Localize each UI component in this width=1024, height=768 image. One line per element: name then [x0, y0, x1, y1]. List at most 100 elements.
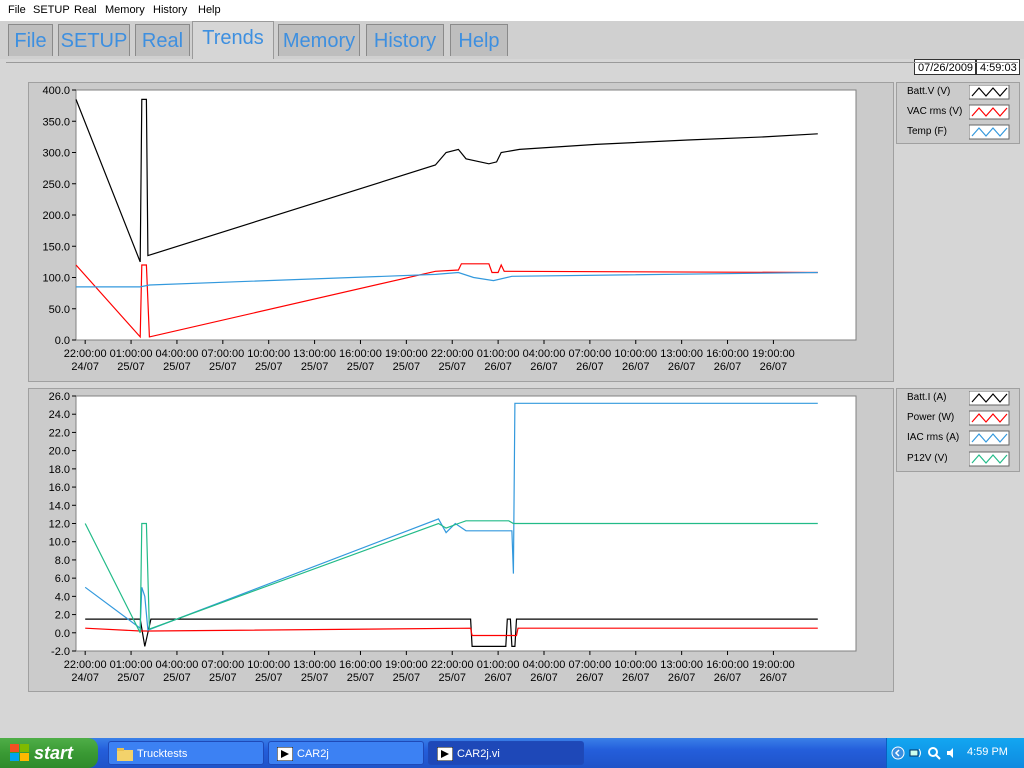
menu-memory[interactable]: Memory: [105, 4, 145, 16]
task-car2j[interactable]: CAR2j: [268, 741, 424, 765]
x-tick-time: 07:00:00: [568, 659, 611, 671]
x-tick-date: 26/07: [530, 361, 558, 373]
x-tick-time: 22:00:00: [431, 659, 474, 671]
menu-help[interactable]: Help: [198, 4, 221, 16]
x-tick-date: 25/07: [438, 361, 466, 373]
x-tick-date: 25/07: [347, 361, 375, 373]
task-car2j-vi-label: CAR2j.vi: [457, 748, 500, 760]
legend-vac-rms: VAC rms (V): [907, 106, 963, 117]
y-tick-label: 300.0: [42, 148, 70, 160]
menu-real[interactable]: Real: [74, 4, 97, 16]
x-tick-time: 13:00:00: [293, 348, 336, 360]
current-chart[interactable]: 26.0 24.0 22.0 20.0 18.0 16.0 14.0 12.0 10.0 8.0 6…: [28, 388, 892, 690]
x-tick-time: 22:00:00: [64, 659, 107, 671]
labview-vi-icon: [437, 747, 453, 761]
x-tick-time: 04:00:00: [523, 659, 566, 671]
x-tick-time: 22:00:00: [431, 348, 474, 360]
windows-logo-icon: [10, 744, 29, 761]
voltage-chart[interactable]: 400.0 350.0 300.0 250.0 200.0 150.0 100.0 50.0 0…: [28, 82, 892, 380]
y-tick-label: 0.0: [55, 335, 70, 347]
legend-batt-i: Batt.I (A): [907, 392, 947, 403]
volume-icon[interactable]: [945, 746, 959, 760]
x-tick-time: 16:00:00: [339, 348, 382, 360]
voltage-legend-swatches: [969, 85, 1010, 140]
legend-iac-rms: IAC rms (A): [907, 432, 960, 443]
tab-setup[interactable]: SETUP: [58, 24, 130, 56]
plot-area: [75, 89, 857, 341]
x-tick-date: 25/07: [255, 361, 283, 373]
tab-real[interactable]: Real: [135, 24, 190, 56]
x-tick-time: 01:00:00: [110, 348, 153, 360]
legend-p12v: P12V (V): [907, 453, 948, 464]
tab-history[interactable]: History: [366, 24, 444, 56]
taskbar-clock: 4:59 PM: [967, 746, 1008, 758]
tab-content-border: [6, 62, 1018, 63]
y-tick-label: 8.0: [55, 555, 70, 567]
y-tick-label: 12.0: [49, 519, 70, 531]
start-button[interactable]: start: [0, 738, 98, 768]
y-tick-label: 18.0: [49, 464, 70, 476]
folder-icon: [117, 748, 133, 761]
labview-icon: [277, 747, 293, 761]
x-tick-date: 26/07: [668, 672, 696, 684]
x-tick-time: 16:00:00: [706, 348, 749, 360]
x-tick-time: 04:00:00: [156, 659, 199, 671]
y-tick-label: 50.0: [49, 304, 70, 316]
y-tick-label: 100.0: [42, 273, 70, 285]
x-tick-date: 25/07: [209, 361, 237, 373]
y-tick-label: 4.0: [55, 591, 70, 603]
x-tick-date: 25/07: [393, 672, 421, 684]
x-tick-time: 10:00:00: [247, 659, 290, 671]
legend-batt-v: Batt.V (V): [907, 86, 951, 97]
x-tick-date: 26/07: [760, 672, 788, 684]
legend-temp: Temp (F): [907, 126, 947, 137]
task-trucktests[interactable]: Trucktests: [108, 741, 264, 765]
network-icon[interactable]: [909, 746, 923, 760]
voltage-legend: Batt.V (V) VAC rms (V) Temp (F): [896, 82, 1020, 144]
x-tick-time: 07:00:00: [201, 348, 244, 360]
x-tick-time: 04:00:00: [156, 348, 199, 360]
x-tick-time: 01:00:00: [477, 348, 520, 360]
x-tick-date: 26/07: [714, 672, 742, 684]
x-tick-date: 25/07: [301, 361, 329, 373]
menu-setup[interactable]: SETUP: [33, 4, 70, 16]
x-tick-date: 24/07: [71, 672, 99, 684]
y-tick-label: 26.0: [49, 391, 70, 403]
x-tick-date: 26/07: [576, 361, 604, 373]
menu-file[interactable]: File: [8, 4, 26, 16]
x-tick-time: 10:00:00: [614, 348, 657, 360]
x-tick-date: 26/07: [668, 361, 696, 373]
start-label: start: [34, 743, 74, 763]
search-icon[interactable]: [927, 746, 941, 760]
y-tick-label: 10.0: [49, 537, 70, 549]
y-tick-label: 22.0: [49, 427, 70, 439]
x-tick-time: 13:00:00: [660, 659, 703, 671]
x-tick-time: 16:00:00: [339, 659, 382, 671]
tab-file[interactable]: File: [8, 24, 53, 56]
current-legend-swatches: [969, 391, 1010, 467]
x-tick-date: 26/07: [576, 672, 604, 684]
tray-expand-icon[interactable]: [891, 746, 905, 760]
x-tick-date: 26/07: [714, 361, 742, 373]
tab-bar: File SETUP Real Trends Memory History He…: [0, 21, 1024, 75]
x-tick-time: 22:00:00: [64, 348, 107, 360]
menu-history[interactable]: History: [153, 4, 187, 16]
y-tick-label: 250.0: [42, 179, 70, 191]
tab-trends[interactable]: Trends: [192, 21, 274, 59]
system-tray: 4:59 PM: [886, 738, 1024, 768]
tab-help[interactable]: Help: [450, 24, 508, 56]
x-tick-date: 25/07: [301, 672, 329, 684]
y-tick-label: 200.0: [42, 210, 70, 222]
task-car2j-vi[interactable]: CAR2j.vi: [428, 741, 584, 765]
x-tick-time: 16:00:00: [706, 659, 749, 671]
x-tick-date: 26/07: [484, 361, 512, 373]
x-tick-time: 07:00:00: [568, 348, 611, 360]
x-tick-time: 13:00:00: [293, 659, 336, 671]
x-tick-time: 10:00:00: [614, 659, 657, 671]
y-tick-label: 24.0: [49, 409, 70, 421]
y-tick-label: 16.0: [49, 482, 70, 494]
x-tick-date: 25/07: [438, 672, 466, 684]
x-tick-date: 26/07: [484, 672, 512, 684]
tab-memory[interactable]: Memory: [278, 24, 360, 56]
x-tick-date: 25/07: [163, 361, 191, 373]
